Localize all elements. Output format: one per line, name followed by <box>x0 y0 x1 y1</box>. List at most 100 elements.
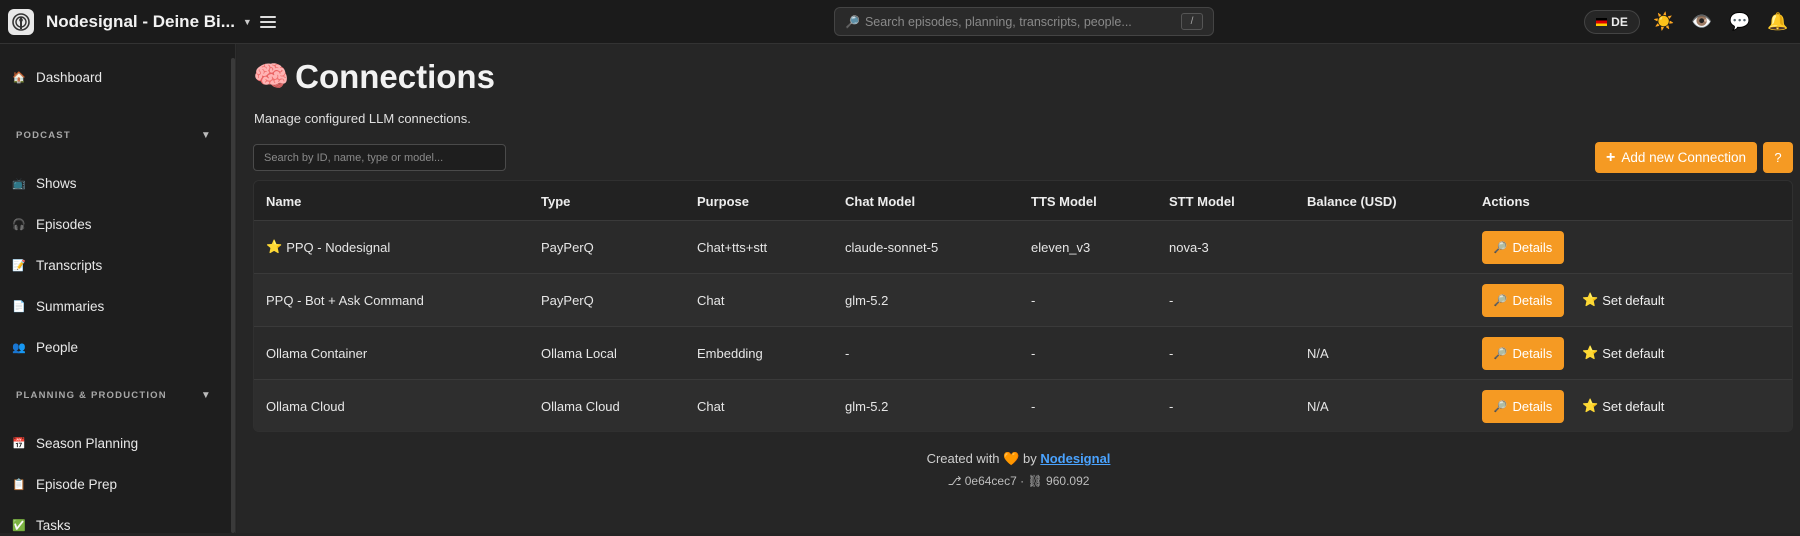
table-row: Ollama Cloud Ollama Cloud Chat glm-5.2 -… <box>254 380 1792 431</box>
brand[interactable]: Nodesignal - Deine Bi... ▼ <box>8 8 252 36</box>
footer-credits: Created with 🧡 by Nodesignal <box>237 451 1800 467</box>
sidebar-item-label: Episodes <box>36 216 92 232</box>
connections-table: Name Type Purpose Chat Model TTS Model S… <box>253 180 1793 432</box>
header-chat-model: Chat Model <box>845 193 916 209</box>
brain-icon: 🧠 <box>253 61 290 93</box>
magnifier-icon: 🔎 <box>1493 401 1508 413</box>
heart-icon: 🧡 <box>1003 451 1020 466</box>
footer-version: ⎇ 0e64cec7 · ⛓ 960.092 <box>237 474 1800 488</box>
language-switcher[interactable]: DE <box>1584 10 1640 34</box>
section-title: PODCAST <box>16 129 71 141</box>
footer-separator: · <box>1020 474 1025 488</box>
details-label: Details <box>1512 346 1553 361</box>
connection-name: PPQ - Nodesignal <box>286 239 391 255</box>
table-row: PPQ - Bot + Ask Command PayPerQ Chat glm… <box>254 274 1792 327</box>
page-title-text: Connections <box>295 58 495 95</box>
cell-name: ⭐ PPQ - Nodesignal <box>266 221 390 273</box>
bell-icon[interactable]: 🔔 <box>1766 10 1790 34</box>
git-branch-icon: ⎇ <box>947 474 962 488</box>
details-button[interactable]: 🔎 Details <box>1482 231 1564 264</box>
check-mark-icon: ✅ <box>12 519 26 532</box>
cell-chat-model: glm-5.2 <box>845 292 889 308</box>
connections-search-input[interactable] <box>253 144 506 171</box>
sidebar-item-people[interactable]: 👥 People <box>12 336 78 358</box>
sidebar-item-label: Dashboard <box>36 69 103 85</box>
sidebar-item-episodes[interactable]: 🎧 Episodes <box>12 213 92 235</box>
caret-down-icon[interactable]: ▼ <box>201 390 212 401</box>
plus-icon: + <box>1606 148 1616 166</box>
cell-name: Ollama Container <box>266 345 368 361</box>
add-connection-button[interactable]: + Add new Connection <box>1595 142 1757 173</box>
tv-icon: 📺 <box>12 177 26 190</box>
search-shortcut-key: / <box>1181 13 1203 30</box>
set-default-button[interactable]: ⭐ Set default <box>1582 274 1664 326</box>
global-search-input[interactable] <box>864 14 1181 29</box>
star-icon: ⭐ <box>1582 398 1599 413</box>
cell-tts-model: - <box>1031 345 1036 361</box>
details-label: Details <box>1512 240 1553 255</box>
header-stt-model: STT Model <box>1169 193 1235 209</box>
sidebar-item-transcripts[interactable]: 📝 Transcripts <box>12 254 102 276</box>
cell-tts-model: - <box>1031 398 1036 414</box>
cell-stt-model: - <box>1169 398 1174 414</box>
document-icon: 📄 <box>12 300 26 313</box>
star-icon: ⭐ <box>1582 345 1599 360</box>
sidebar-scrollbar[interactable] <box>231 58 235 533</box>
sidebar-item-label: Episode Prep <box>36 476 118 492</box>
set-default-label: Set default <box>1602 345 1665 361</box>
chat-bubble-icon[interactable]: 💬 <box>1728 10 1752 34</box>
table-row: ⭐ PPQ - Nodesignal PayPerQ Chat+tts+stt … <box>254 221 1792 274</box>
help-button[interactable]: ? <box>1763 142 1793 173</box>
sidebar-item-summaries[interactable]: 📄 Summaries <box>12 295 104 317</box>
cell-stt-model: nova-3 <box>1169 239 1209 255</box>
header-name: Name <box>266 193 302 209</box>
language-label: DE <box>1611 15 1628 29</box>
default-star-icon: ⭐ <box>266 239 283 254</box>
sun-icon[interactable]: ☀️ <box>1652 10 1676 34</box>
caret-down-icon[interactable]: ▼ <box>201 130 212 141</box>
table-row: Ollama Container Ollama Local Embedding … <box>254 327 1792 380</box>
magnifier-icon: 🔎 <box>1493 295 1508 307</box>
global-search: 🔎 / <box>834 7 1214 36</box>
author-link[interactable]: Nodesignal <box>1040 451 1110 466</box>
star-icon: ⭐ <box>1582 292 1599 307</box>
page-subtitle: Manage configured LLM connections. <box>254 111 471 126</box>
cell-chat-model: glm-5.2 <box>845 398 889 414</box>
details-button[interactable]: 🔎 Details <box>1482 337 1564 370</box>
eye-icon[interactable]: 👁️ <box>1690 10 1714 34</box>
build-number: 960.092 <box>1046 474 1090 488</box>
cell-tts-model: - <box>1031 292 1036 308</box>
details-button[interactable]: 🔎 Details <box>1482 284 1564 317</box>
search-icon: 🔎 <box>845 14 860 29</box>
sidebar-item-dashboard[interactable]: 🏠 Dashboard <box>12 66 102 88</box>
cell-tts-model: eleven_v3 <box>1031 239 1091 255</box>
cell-type: PayPerQ <box>541 239 594 255</box>
sidebar-item-episode-prep[interactable]: 📋 Episode Prep <box>12 473 117 495</box>
german-flag-icon <box>1596 18 1608 26</box>
magnifier-icon: 🔎 <box>1493 348 1508 360</box>
add-connection-label: Add new Connection <box>1621 150 1746 165</box>
details-button[interactable]: 🔎 Details <box>1482 390 1564 423</box>
cell-type: PayPerQ <box>541 292 594 308</box>
set-default-button[interactable]: ⭐ Set default <box>1582 380 1664 431</box>
sidebar-item-season-planning[interactable]: 📅 Season Planning <box>12 432 138 454</box>
table-header: Name Type Purpose Chat Model TTS Model S… <box>254 181 1792 221</box>
magnifier-icon: 🔎 <box>1493 242 1508 254</box>
cell-purpose: Chat <box>697 292 725 308</box>
menu-toggle-icon[interactable] <box>260 12 276 32</box>
headphones-icon: 🎧 <box>12 218 26 231</box>
sidebar-item-label: Tasks <box>36 517 71 533</box>
sidebar-item-shows[interactable]: 📺 Shows <box>12 172 77 194</box>
header-purpose: Purpose <box>697 193 750 209</box>
sidebar-section-podcast: PODCAST ▼ <box>16 127 212 143</box>
sidebar-item-label: Shows <box>36 175 77 191</box>
cell-name: PPQ - Bot + Ask Command <box>266 292 424 308</box>
build-icon: ⛓ <box>1027 474 1043 488</box>
app-logo-icon <box>8 9 34 35</box>
set-default-button[interactable]: ⭐ Set default <box>1582 327 1664 379</box>
cell-balance: N/A <box>1307 345 1329 361</box>
sidebar-section-planning: PLANNING & PRODUCTION ▼ <box>16 387 212 403</box>
sidebar-item-label: Season Planning <box>36 435 139 451</box>
caret-down-icon: ▼ <box>242 17 252 27</box>
sidebar-item-label: People <box>36 339 79 355</box>
